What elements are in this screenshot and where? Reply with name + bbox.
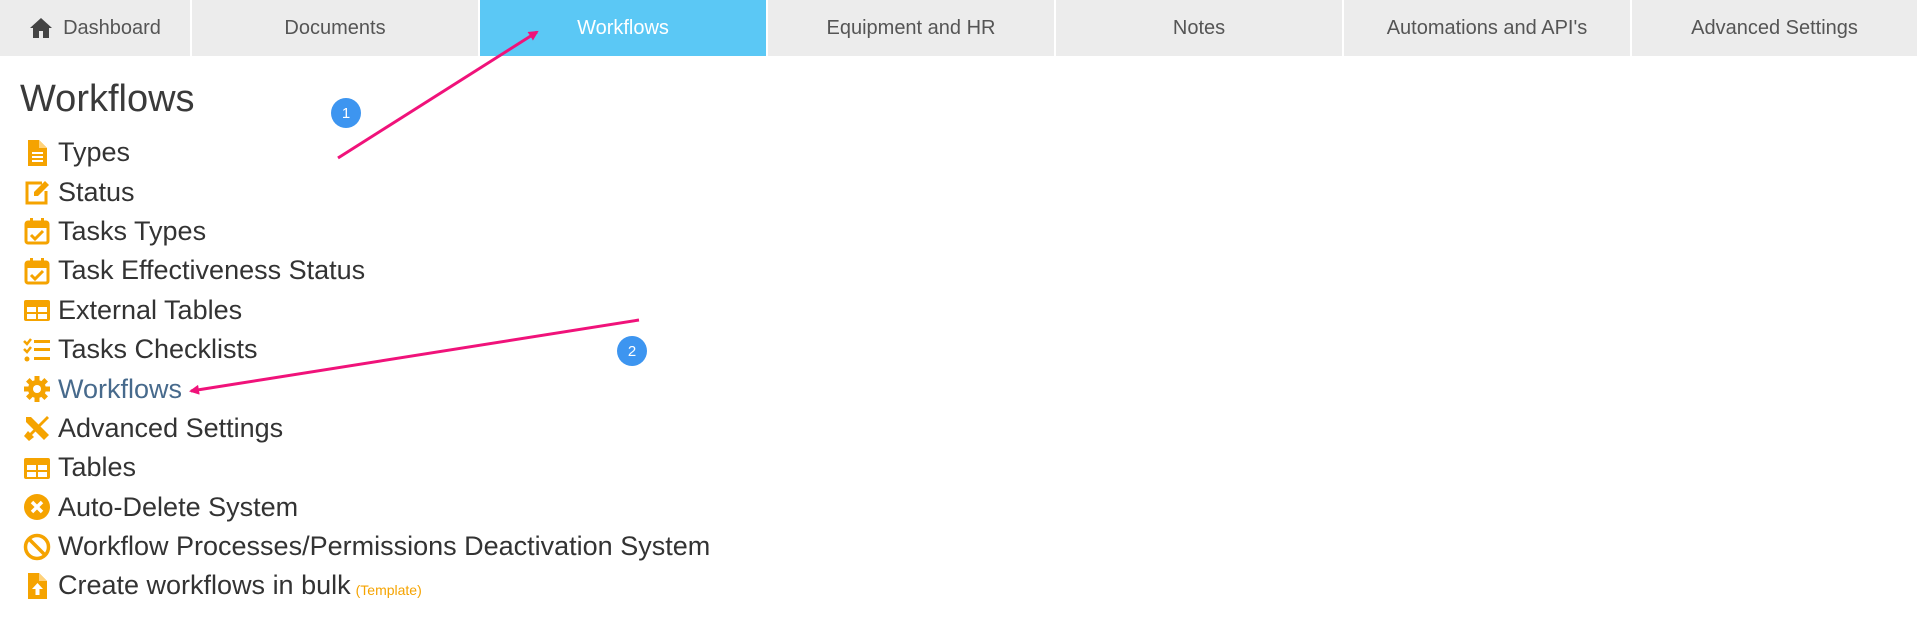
menu-item-label: External Tables xyxy=(58,294,243,325)
tab-label: Equipment and HR xyxy=(826,16,996,39)
tab-label: Documents xyxy=(284,16,386,39)
template-link[interactable]: (Template) xyxy=(356,582,422,598)
file-text-icon xyxy=(22,138,52,168)
tools-icon xyxy=(22,413,52,443)
menu-item-tasks-types[interactable]: Tasks Types xyxy=(22,212,710,251)
calendar-check-icon xyxy=(22,256,52,286)
tab-label: Automations and API's xyxy=(1386,16,1588,39)
tab-dashboard[interactable]: Dashboard xyxy=(0,0,192,56)
menu-item-label: Create workflows in bulk xyxy=(58,570,351,601)
menu-item-auto-delete-system[interactable]: Auto-Delete System xyxy=(22,488,710,527)
menu-item-label: Advanced Settings xyxy=(58,412,284,443)
file-upload-icon xyxy=(22,571,52,601)
menu-item-deactivation-system[interactable]: Workflow Processes/Permissions Deactivat… xyxy=(22,527,710,566)
menu-item-workflows[interactable]: Workflows xyxy=(22,369,710,408)
menu-item-label: Workflows xyxy=(58,373,183,404)
table-icon xyxy=(22,453,52,483)
edit-icon xyxy=(22,177,52,207)
tab-equipment-and-hr[interactable]: Equipment and HR xyxy=(768,0,1056,56)
top-nav-tabs: Dashboard Documents Workflows Equipment … xyxy=(0,0,1917,56)
tab-documents[interactable]: Documents xyxy=(192,0,480,56)
menu-item-task-effectiveness-status[interactable]: Task Effectiveness Status xyxy=(22,251,710,290)
step-badge-1: 1 xyxy=(331,98,361,128)
menu-item-label: Tables xyxy=(58,452,137,483)
ban-icon xyxy=(22,532,52,562)
workflow-settings-menu: Types Status Tasks Types Task Effectiven… xyxy=(22,133,710,606)
menu-item-types[interactable]: Types xyxy=(22,133,710,172)
menu-item-label: Tasks Types xyxy=(58,215,207,246)
tab-label: Dashboard xyxy=(63,16,161,39)
menu-item-label: Task Effectiveness Status xyxy=(58,255,366,286)
menu-item-label: Workflow Processes/Permissions Deactivat… xyxy=(58,531,711,562)
menu-item-external-tables[interactable]: External Tables xyxy=(22,291,710,330)
menu-item-tables[interactable]: Tables xyxy=(22,448,710,487)
menu-item-label: Types xyxy=(58,137,131,168)
home-icon xyxy=(29,17,53,39)
step-badge-2: 2 xyxy=(617,336,647,366)
menu-item-create-workflows-in-bulk[interactable]: Create workflows in bulk (Template) xyxy=(22,566,710,605)
calendar-check-icon xyxy=(22,216,52,246)
tab-advanced-settings[interactable]: Advanced Settings xyxy=(1632,0,1917,56)
tab-label: Notes xyxy=(1172,16,1226,39)
tab-notes[interactable]: Notes xyxy=(1056,0,1344,56)
tab-label: Workflows xyxy=(577,16,669,39)
menu-item-advanced-settings[interactable]: Advanced Settings xyxy=(22,409,710,448)
times-circle-icon xyxy=(22,492,52,522)
menu-item-status[interactable]: Status xyxy=(22,172,710,211)
table-icon xyxy=(22,295,52,325)
menu-item-tasks-checklists[interactable]: Tasks Checklists xyxy=(22,330,710,369)
list-check-icon xyxy=(22,335,52,365)
page-title: Workflows xyxy=(20,78,195,120)
menu-item-label: Tasks Checklists xyxy=(58,334,258,365)
tab-label: Advanced Settings xyxy=(1691,16,1858,39)
tab-workflows[interactable]: Workflows xyxy=(480,0,768,56)
menu-item-label: Status xyxy=(58,176,135,207)
gear-icon xyxy=(22,374,52,404)
menu-item-label: Auto-Delete System xyxy=(58,491,299,522)
tab-automations-and-apis[interactable]: Automations and API's xyxy=(1344,0,1632,56)
